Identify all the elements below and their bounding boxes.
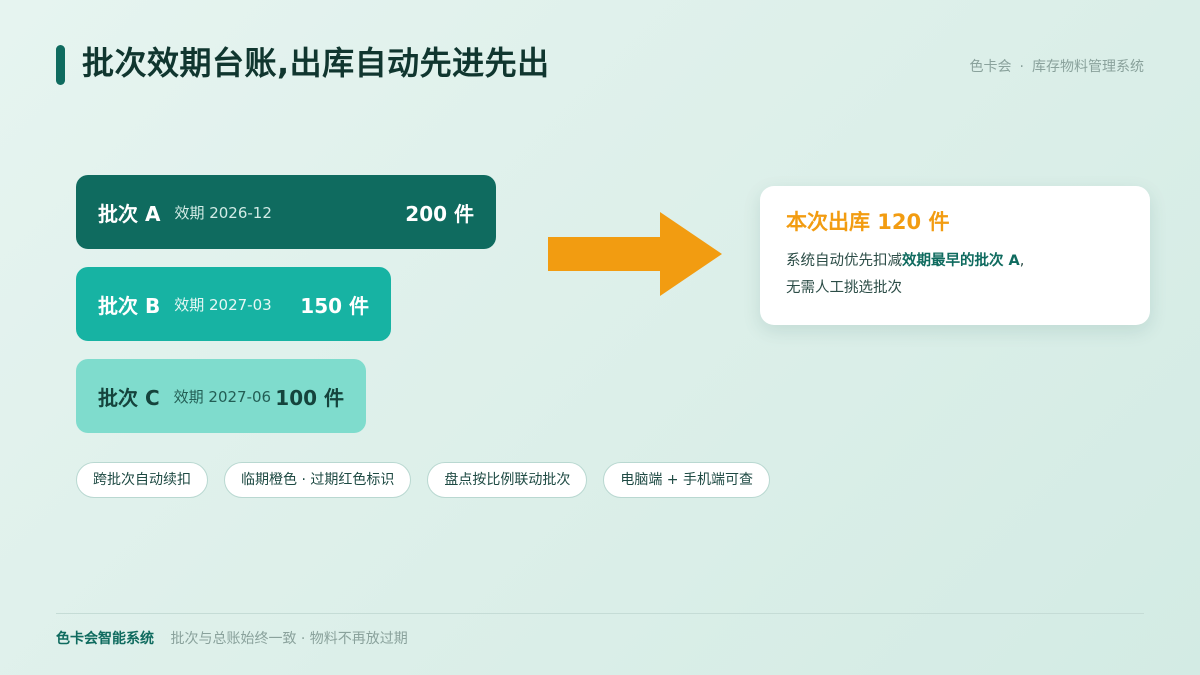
batch-name: 批次 A [98,201,161,226]
batch-bar-c: 批次 C 效期 2027-06 100 件 [76,359,366,433]
feature-tag: 盘点按比例联动批次 [427,462,588,498]
result-card: 本次出库 120 件 系统自动优先扣减效期最早的批次 A, 无需人工挑选批次 [760,186,1150,325]
header-separator: · [1019,59,1024,75]
batch-name: 批次 C [98,385,160,410]
feature-tags: 跨批次自动续扣 临期橙色 · 过期红色标识 盘点按比例联动批次 电脑端 + 手机… [76,462,770,498]
result-text-suffix: , [1019,253,1025,269]
batch-name: 批次 B [98,293,161,318]
batch-expiry: 效期 2027-03 [174,295,272,314]
footer-brand: 色卡会智能系统 [56,631,154,647]
feature-tag: 跨批次自动续扣 [76,462,208,498]
title-accent-bar [56,45,65,85]
right-arrow-icon [548,212,722,296]
result-title: 本次出库 120 件 [786,210,950,234]
result-text-line2: 无需人工挑选批次 [786,280,902,296]
header-system-name: 库存物料管理系统 [1032,59,1144,75]
batch-bar-b: 批次 B 效期 2027-03 150 件 [76,267,391,341]
batch-expiry: 效期 2027-06 [173,387,272,406]
header-brand: 色卡会 · 库存物料管理系统 [970,56,1144,76]
footer-divider [56,613,1144,614]
page-title: 批次效期台账,出库自动先进先出 [82,44,550,82]
footer-slogan: 批次与总账始终一致 · 物料不再放过期 [170,631,408,647]
batch-expiry: 效期 2026-12 [174,203,272,222]
batch-quantity: 200 件 [405,201,474,226]
batch-quantity: 150 件 [300,293,369,318]
batch-quantity: 100 件 [275,385,344,410]
result-description: 系统自动优先扣减效期最早的批次 A, 无需人工挑选批次 [786,248,1124,302]
result-text-prefix: 系统自动优先扣减 [786,253,902,269]
header-brand-name: 色卡会 [969,59,1012,75]
feature-tag: 临期橙色 · 过期红色标识 [224,462,412,498]
batch-bar-a: 批次 A 效期 2026-12 200 件 [76,175,496,249]
footer: 色卡会智能系统 批次与总账始终一致 · 物料不再放过期 [56,628,408,648]
result-text-highlight: 效期最早的批次 A [902,253,1020,269]
feature-tag: 电脑端 + 手机端可查 [603,462,770,498]
